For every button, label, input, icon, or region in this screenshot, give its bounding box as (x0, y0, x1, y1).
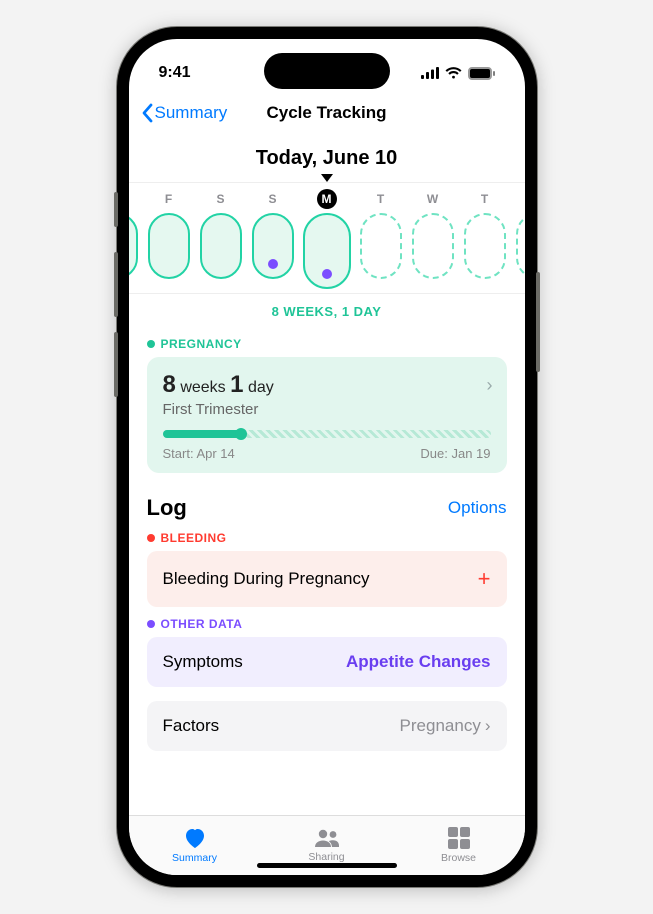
day-column[interactable]: S (200, 189, 242, 279)
day-pill (303, 213, 351, 289)
day-column[interactable] (516, 189, 525, 279)
progress-knob (235, 428, 247, 440)
dot-icon (147, 534, 155, 542)
pregnancy-header-text: PREGNANCY (161, 337, 242, 351)
side-button (114, 192, 118, 227)
grid-icon (448, 827, 470, 849)
pregnancy-progress (163, 430, 491, 438)
status-time: 9:41 (159, 64, 191, 82)
log-title: Log (147, 495, 187, 521)
symptoms-row[interactable]: Symptoms Appetite Changes (147, 637, 507, 687)
date-header: Today, June 10 (129, 147, 525, 170)
day-pill (464, 213, 506, 279)
pregnancy-card[interactable]: 8 weeks 1 day First Trimester › Start: A… (147, 357, 507, 473)
tab-browse[interactable]: Browse (393, 816, 525, 875)
day-label: F (165, 189, 172, 209)
factors-row[interactable]: Factors Pregnancy › (147, 701, 507, 751)
factors-label: Factors (163, 716, 220, 736)
tab-sharing-label: Sharing (308, 851, 344, 863)
dot-icon (147, 340, 155, 348)
bleeding-row[interactable]: Bleeding During Pregnancy + (147, 551, 507, 607)
day-column[interactable]: M (304, 189, 350, 289)
side-button (114, 332, 118, 397)
day-column[interactable]: W (412, 189, 454, 279)
day-column[interactable]: S (252, 189, 294, 279)
day-strip[interactable]: FSSMTWT (129, 182, 525, 294)
wifi-icon (445, 67, 462, 79)
symptoms-label: Symptoms (163, 652, 243, 672)
pregnancy-due: Due: Jan 19 (420, 446, 490, 461)
tab-browse-label: Browse (441, 852, 476, 864)
tab-summary-label: Summary (172, 852, 217, 864)
day-column[interactable]: T (464, 189, 506, 279)
pregnancy-duration: 8 weeks 1 day (163, 371, 491, 399)
day-column[interactable]: F (148, 189, 190, 279)
day-pill (516, 213, 525, 279)
side-button (114, 252, 118, 317)
chevron-right-icon: › (485, 716, 491, 736)
day-label: S (216, 189, 224, 209)
pregnancy-dates: Start: Apr 14 Due: Jan 19 (163, 446, 491, 461)
plus-icon: + (478, 566, 491, 592)
day-label: T (377, 189, 384, 209)
day-label: T (481, 189, 488, 209)
home-indicator[interactable] (257, 863, 397, 868)
day-pill (412, 213, 454, 279)
heart-icon (183, 827, 207, 849)
bleeding-row-label: Bleeding During Pregnancy (163, 569, 370, 589)
day-dot-icon (268, 259, 278, 269)
day-dot-icon (322, 269, 332, 279)
dynamic-island (264, 53, 390, 89)
gestation-label: 8 WEEKS, 1 DAY (129, 304, 525, 319)
side-button (536, 272, 540, 372)
date-caret-icon (321, 174, 333, 182)
day-column[interactable] (129, 189, 138, 279)
day-label: W (427, 189, 438, 209)
factors-value: Pregnancy › (400, 716, 491, 736)
cellular-icon (421, 67, 439, 79)
battery-icon (468, 67, 495, 80)
bleeding-header: BLEEDING (147, 531, 507, 545)
back-button[interactable]: Summary (141, 103, 228, 123)
pregnancy-header: PREGNANCY (147, 337, 507, 351)
nav-title: Cycle Tracking (266, 103, 386, 123)
dot-icon (147, 620, 155, 628)
pregnancy-trimester: First Trimester (163, 401, 491, 418)
progress-fill (163, 430, 242, 438)
day-pill (148, 213, 190, 279)
chevron-right-icon: › (487, 375, 493, 396)
day-pill (129, 213, 138, 279)
content[interactable]: Today, June 10 F S S M T W T 8 WEEKS, 1 DAY PR… (129, 133, 525, 815)
nav-bar: Summary Cycle Tracking (129, 95, 525, 133)
chevron-left-icon (141, 103, 153, 123)
other-data-header: OTHER DATA (147, 617, 507, 631)
pregnancy-start: Start: Apr 14 (163, 446, 235, 461)
status-icons (421, 67, 495, 80)
day-column[interactable]: T (360, 189, 402, 279)
day-label: S (268, 189, 276, 209)
back-label: Summary (155, 103, 228, 123)
day-pill (360, 213, 402, 279)
phone-frame: 9:41 Summary Cycle Tracking Today, June … (117, 27, 537, 887)
screen: 9:41 Summary Cycle Tracking Today, June … (129, 39, 525, 875)
day-label: M (317, 189, 337, 209)
options-button[interactable]: Options (448, 498, 507, 518)
log-header: Log Options (147, 495, 507, 521)
symptoms-value: Appetite Changes (346, 652, 491, 672)
people-icon (313, 828, 341, 848)
day-pill (252, 213, 294, 279)
tab-summary[interactable]: Summary (129, 816, 261, 875)
day-pill (200, 213, 242, 279)
